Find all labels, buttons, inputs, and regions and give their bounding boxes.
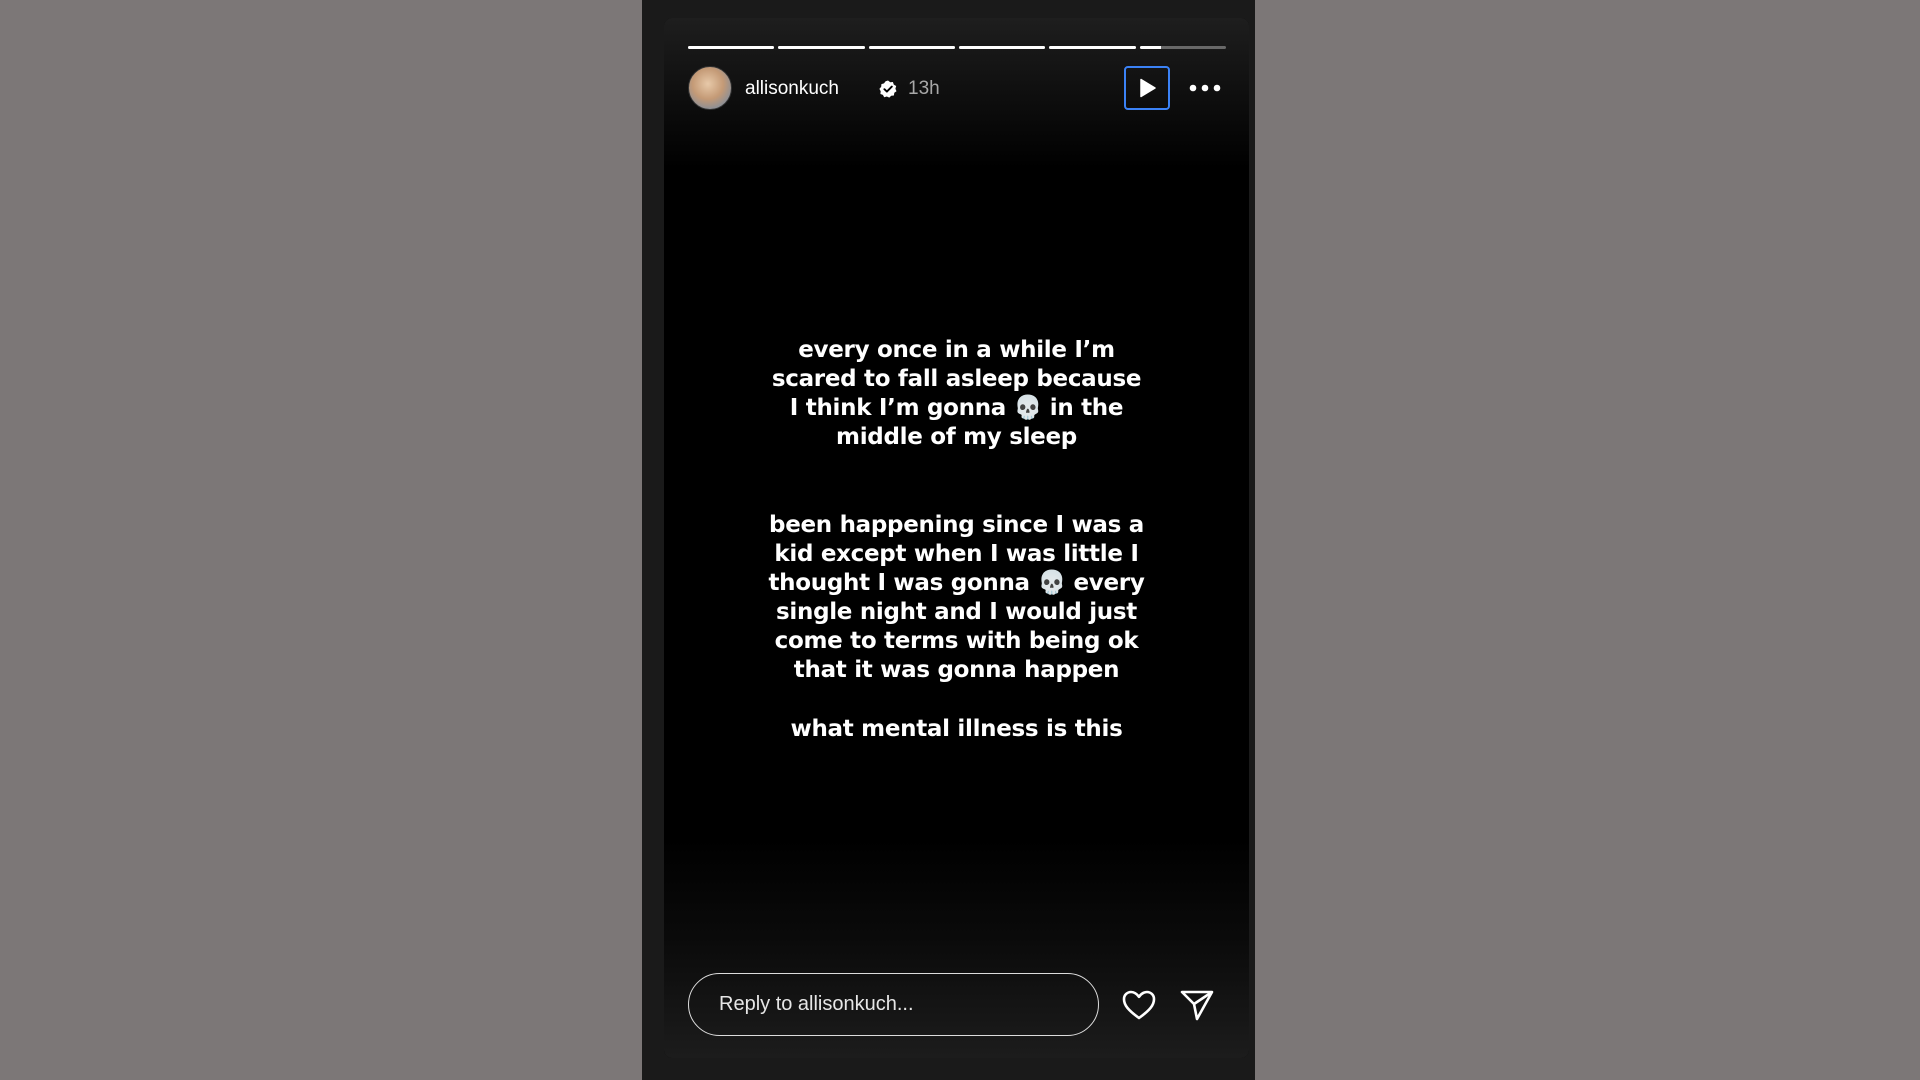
more-options-button[interactable] [1188,76,1222,100]
share-button[interactable] [1178,986,1216,1024]
username[interactable]: allisonkuch [745,79,839,99]
progress-segment-fill [1139,46,1162,49]
story-progress-bar [688,46,1226,50]
avatar[interactable] [688,66,732,110]
post-timestamp: 13h [908,78,940,99]
play-button[interactable] [1124,66,1170,110]
story-text-block-2: been happening since I was a kid except … [768,512,1145,683]
reply-input[interactable] [717,992,1071,1017]
heart-icon [1122,990,1156,1020]
progress-segment [688,46,775,49]
story-text-block-3: what mental illness is this [790,716,1123,742]
progress-segment [958,46,1046,49]
like-button[interactable] [1120,986,1158,1024]
progress-segment-fill [688,46,775,49]
send-icon [1180,990,1214,1021]
progress-segment-fill [958,46,1046,49]
progress-segment [778,46,865,49]
progress-segment-fill [1049,46,1136,49]
progress-segment [1139,46,1226,49]
progress-segment [1049,46,1136,49]
progress-segment-fill [778,46,865,49]
verified-badge-icon [878,79,898,99]
story-text-block-1: every once in a while I’m scared to fall… [771,337,1142,450]
story-viewer[interactable]: allisonkuch 13h every once in a while I’… [664,18,1249,1058]
progress-segment [868,46,955,49]
play-icon [1140,78,1156,98]
story-header: allisonkuch 13h [688,66,1226,112]
reply-field[interactable] [688,973,1099,1036]
progress-segment-fill [868,46,955,49]
more-horizontal-icon [1189,84,1221,92]
